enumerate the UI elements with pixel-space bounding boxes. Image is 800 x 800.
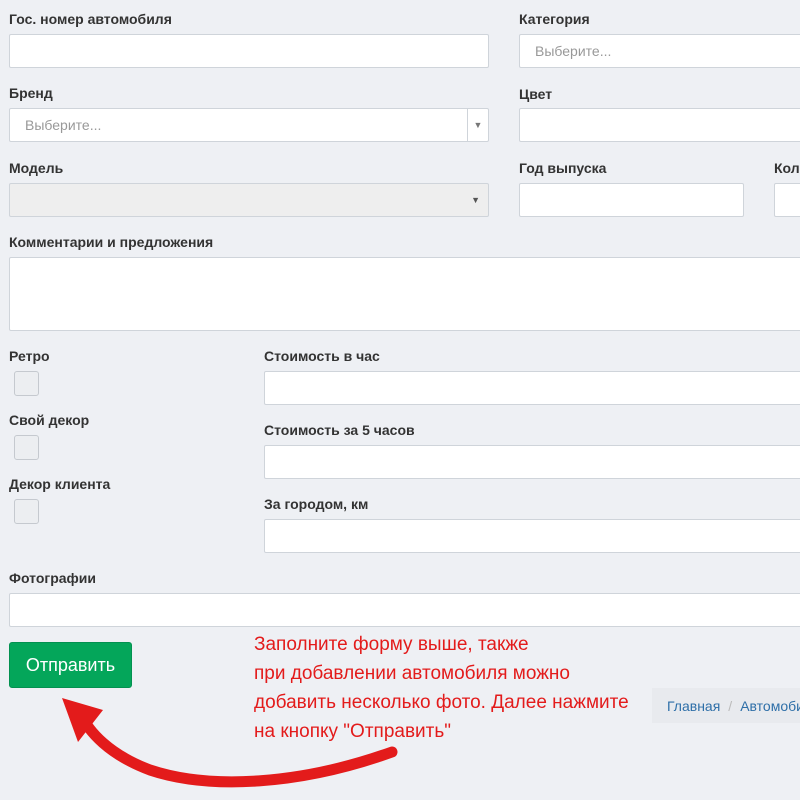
curved-arrow-icon (62, 698, 398, 788)
